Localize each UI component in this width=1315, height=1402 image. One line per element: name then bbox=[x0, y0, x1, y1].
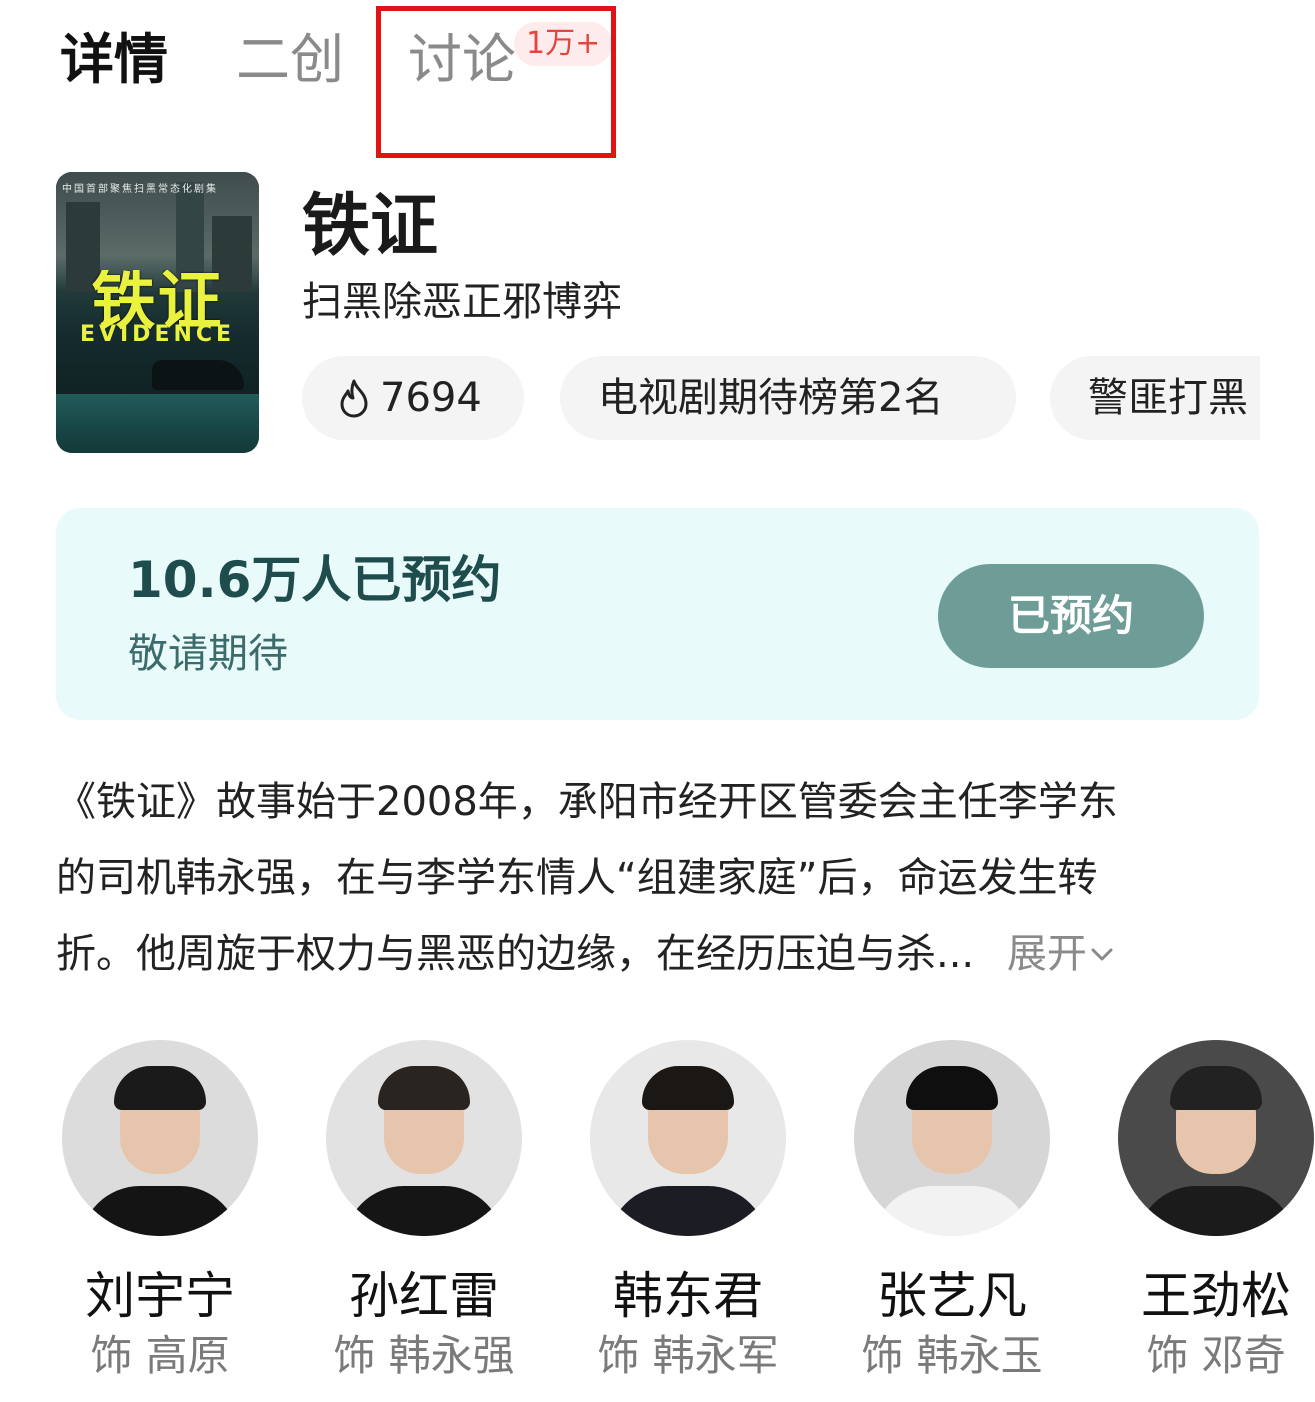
cast-card[interactable]: 刘宇宁 饰 高原 bbox=[62, 1040, 258, 1384]
reservation-panel: 10.6万人已预约 敬请期待 已预约 bbox=[56, 508, 1259, 720]
avatar bbox=[326, 1040, 522, 1236]
ranking-chip[interactable]: 电视剧期待榜第2名 bbox=[560, 356, 1016, 440]
heat-value: 7694 bbox=[380, 375, 482, 421]
genre-chip[interactable]: 警匪打黑 bbox=[1050, 356, 1260, 440]
avatar-hair bbox=[906, 1066, 998, 1110]
cast-role: 饰 韩永强 bbox=[333, 1331, 515, 1380]
flame-icon bbox=[340, 379, 368, 418]
cast-name: 韩东君 bbox=[613, 1267, 763, 1325]
cast-role: 饰 韩永军 bbox=[597, 1331, 779, 1380]
tab-details[interactable]: 详情 bbox=[60, 20, 168, 100]
avatar-hair bbox=[378, 1066, 470, 1110]
show-subtitle: 扫黑除恶正邪博弈 bbox=[302, 279, 622, 325]
expand-link[interactable]: 展开 bbox=[1007, 916, 1117, 992]
synopsis: 《铁证》故事始于2008年，承阳市经开区管委会主任李学东 的司机韩永强，在与李学… bbox=[56, 764, 1256, 992]
avatar-body bbox=[608, 1186, 768, 1236]
ranking-label: 电视剧期待榜第2名 bbox=[598, 375, 944, 421]
chevron-down-icon bbox=[1091, 948, 1113, 961]
heat-chip[interactable]: 7694 bbox=[302, 356, 524, 440]
poster-street bbox=[56, 394, 259, 453]
avatar bbox=[1118, 1040, 1314, 1236]
reservation-note: 敬请期待 bbox=[128, 631, 288, 677]
avatar-hair bbox=[642, 1066, 734, 1110]
synopsis-line: 折。他周旋于权力与黑恶的边缘，在经历压迫与杀... 展开 bbox=[56, 916, 1256, 992]
cast-card[interactable]: 王劲松 饰 邓奇 bbox=[1118, 1040, 1314, 1384]
synopsis-line-text: 折。他周旋于权力与黑恶的边缘，在经历压迫与杀... bbox=[56, 931, 975, 977]
expand-label: 展开 bbox=[1006, 931, 1087, 977]
avatar-hair bbox=[114, 1066, 206, 1110]
tab-derivative[interactable]: 二创 bbox=[236, 20, 344, 100]
genre-label: 警匪打黑 bbox=[1088, 375, 1248, 421]
poster-tagline: 中国首部聚焦扫黑常态化剧集 bbox=[62, 184, 218, 195]
cast-role: 饰 韩永玉 bbox=[861, 1331, 1043, 1380]
avatar-body bbox=[1136, 1186, 1296, 1236]
cast-card[interactable]: 孙红雷 饰 韩永强 bbox=[326, 1040, 522, 1384]
poster-car bbox=[152, 360, 244, 390]
cast-name: 张艺凡 bbox=[877, 1267, 1027, 1325]
discussion-tab-highlight-box bbox=[376, 6, 616, 158]
cast-card[interactable]: 韩东君 饰 韩永军 bbox=[590, 1040, 786, 1384]
cast-role: 饰 高原 bbox=[90, 1331, 230, 1380]
reserved-button[interactable]: 已预约 bbox=[938, 564, 1204, 668]
avatar bbox=[62, 1040, 258, 1236]
avatar bbox=[854, 1040, 1050, 1236]
synopsis-line: 的司机韩永强，在与李学东情人“组建家庭”后，命运发生转 bbox=[56, 855, 1098, 901]
avatar bbox=[590, 1040, 786, 1236]
show-poster[interactable]: 中国首部聚焦扫黑常态化剧集 铁证 EVIDENCE bbox=[56, 172, 259, 453]
poster-subtitle-art: EVIDENCE bbox=[79, 322, 236, 347]
cast-name: 孙红雷 bbox=[349, 1267, 499, 1325]
synopsis-line: 《铁证》故事始于2008年，承阳市经开区管委会主任李学东 bbox=[56, 779, 1118, 825]
cast-name: 刘宇宁 bbox=[85, 1267, 235, 1325]
cast-name: 王劲松 bbox=[1141, 1267, 1291, 1325]
avatar-hair bbox=[1170, 1066, 1262, 1110]
show-title: 铁证 bbox=[302, 187, 439, 266]
cast-role: 饰 邓奇 bbox=[1146, 1331, 1286, 1380]
cast-card[interactable]: 张艺凡 饰 韩永玉 bbox=[854, 1040, 1050, 1384]
avatar-body bbox=[872, 1186, 1032, 1236]
tag-chip-row: 7694 电视剧期待榜第2名 警匪打黑 bbox=[302, 356, 1260, 440]
reservation-count: 10.6万人已预约 bbox=[128, 551, 502, 609]
avatar-body bbox=[80, 1186, 240, 1236]
avatar-body bbox=[344, 1186, 504, 1236]
